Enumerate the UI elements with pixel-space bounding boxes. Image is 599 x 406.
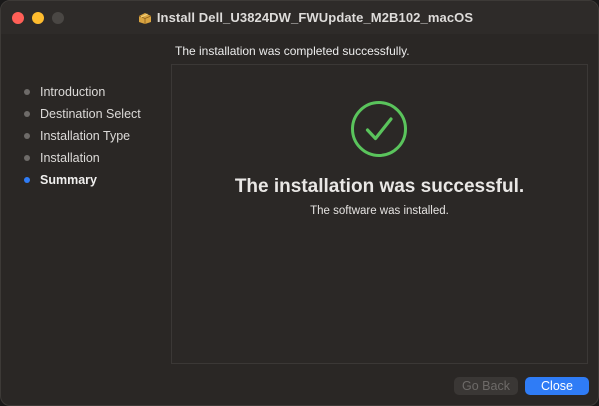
- installer-window: Install Dell_U3824DW_FWUpdate_M2B102_mac…: [0, 0, 599, 406]
- step-bullet: [24, 111, 30, 117]
- step-installation: Installation: [1, 147, 166, 169]
- step-installation-type: Installation Type: [1, 125, 166, 147]
- step-label: Destination Select: [40, 107, 141, 121]
- package-icon: [138, 12, 151, 24]
- status-message: The installation was completed successfu…: [175, 44, 410, 58]
- step-bullet-active: [24, 177, 30, 183]
- title-bar[interactable]: Install Dell_U3824DW_FWUpdate_M2B102_mac…: [1, 1, 598, 34]
- go-back-button: Go Back: [454, 377, 518, 395]
- result-title: The installation was successful.: [234, 176, 525, 197]
- step-destination-select: Destination Select: [1, 103, 166, 125]
- step-introduction: Introduction: [1, 81, 166, 103]
- window-title: Install Dell_U3824DW_FWUpdate_M2B102_mac…: [156, 10, 474, 25]
- checkmark-circle-icon: [351, 101, 407, 157]
- close-button[interactable]: Close: [525, 377, 589, 395]
- step-summary: Summary: [1, 169, 166, 191]
- step-label: Installation: [40, 151, 100, 165]
- step-bullet: [24, 155, 30, 161]
- step-label: Installation Type: [40, 129, 131, 143]
- installer-steps: Introduction Destination Select Installa…: [1, 81, 166, 191]
- window-title-group: Install Dell_U3824DW_FWUpdate_M2B102_mac…: [1, 1, 598, 34]
- content-panel: The installation was successful. The sof…: [171, 64, 588, 364]
- step-bullet: [24, 133, 30, 139]
- step-label: Summary: [40, 173, 97, 187]
- step-bullet: [24, 89, 30, 95]
- step-label: Introduction: [40, 85, 106, 99]
- result-subtitle: The software was installed.: [310, 205, 449, 217]
